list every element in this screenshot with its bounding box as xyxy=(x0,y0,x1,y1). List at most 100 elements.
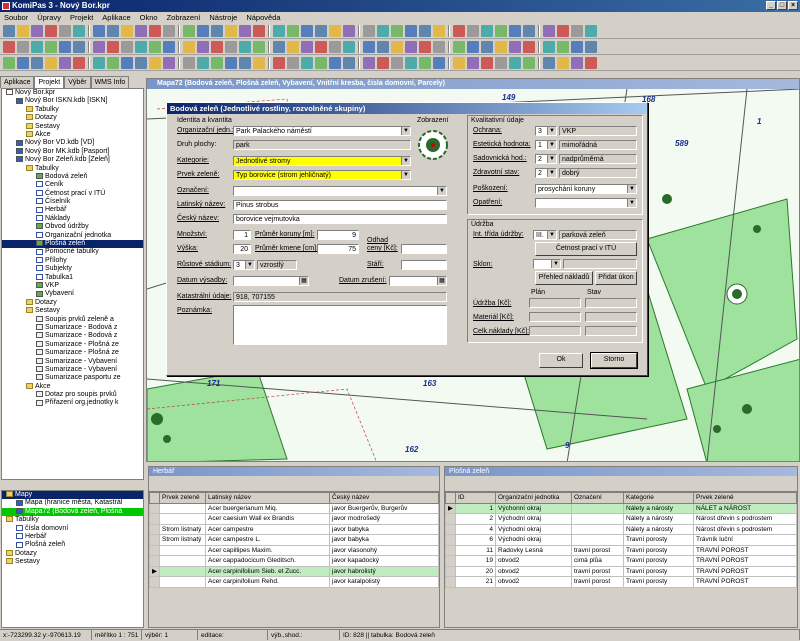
tree-node[interactable]: Nový Bor MK.kdb [Pasport] xyxy=(2,148,143,156)
toolbar-tool-icon[interactable] xyxy=(433,41,445,53)
toolbar-tool-icon[interactable] xyxy=(107,41,119,53)
toolbar-tool-icon[interactable] xyxy=(3,41,15,53)
table-cell[interactable]: 21 xyxy=(455,576,496,588)
tree-node[interactable]: Nový Bor VD.kdb [VD] xyxy=(2,139,143,147)
chevron-down-icon[interactable]: ▼ xyxy=(245,261,254,269)
close-button[interactable]: × xyxy=(788,1,798,10)
table-cell[interactable]: 20 xyxy=(455,565,496,577)
toolbar-tool-icon[interactable] xyxy=(301,25,313,37)
zdrav-select[interactable]: 2 ▼ xyxy=(535,168,557,178)
toolbar-tool-icon[interactable] xyxy=(287,57,299,69)
tab-vyber[interactable]: Výběr xyxy=(64,76,91,88)
table-cell[interactable]: travní porost xyxy=(571,565,624,577)
prehled-button[interactable]: Přehled nákladů xyxy=(535,271,593,285)
toolbar-tool-icon[interactable] xyxy=(3,57,15,69)
toolbar-tool-icon[interactable] xyxy=(31,57,43,69)
toolbar-tool-icon[interactable] xyxy=(3,25,15,37)
toolbar-tool-icon[interactable] xyxy=(287,25,299,37)
table-cell[interactable]: javor katalpolistý xyxy=(329,576,439,588)
table-cell[interactable]: javor habrolistý xyxy=(329,565,439,577)
toolbar-tool-icon[interactable] xyxy=(495,41,507,53)
toolbar-tool-icon[interactable] xyxy=(495,25,507,37)
table-cell[interactable]: obvod2 xyxy=(495,565,572,577)
toolbar-tool-icon[interactable] xyxy=(135,57,147,69)
toolbar-tool-icon[interactable] xyxy=(45,57,57,69)
table-cell[interactable]: travní porost xyxy=(571,576,624,588)
toolbar-tool-icon[interactable] xyxy=(45,25,57,37)
row-indicator[interactable] xyxy=(445,565,456,577)
table-cell[interactable]: Travní porosty xyxy=(623,565,694,577)
toolbar-tool-icon[interactable] xyxy=(93,57,105,69)
table-cell[interactable]: TRAVNÍ POROST xyxy=(693,576,797,588)
tree-node[interactable]: Sumarizace - Vybavení xyxy=(2,366,143,374)
table-cell[interactable]: 2 xyxy=(455,513,496,525)
table-cell[interactable]: javor modrošedý xyxy=(329,513,439,525)
row-indicator[interactable] xyxy=(149,555,160,567)
row-indicator[interactable] xyxy=(149,544,160,556)
toolbar-tool-icon[interactable] xyxy=(225,25,237,37)
toolbar-tool-icon[interactable] xyxy=(571,57,583,69)
toolbar-tool-icon[interactable] xyxy=(73,57,85,69)
chevron-down-icon[interactable]: ▼ xyxy=(401,157,410,165)
toolbar-tool-icon[interactable] xyxy=(557,25,569,37)
toolbar-tool-icon[interactable] xyxy=(121,41,133,53)
menu-upravy[interactable]: Úpravy xyxy=(37,12,61,24)
ok-button[interactable]: Ok xyxy=(539,353,583,368)
toolbar-tool-icon[interactable] xyxy=(17,25,29,37)
tree-node[interactable]: Tabulka1 xyxy=(2,274,143,282)
tab-projekt[interactable]: Projekt xyxy=(34,76,65,88)
toolbar-tool-icon[interactable] xyxy=(419,41,431,53)
table-row[interactable]: Acer capillipes Maxim. javor vlasonohý xyxy=(149,544,439,556)
table-cell[interactable]: Trávník luční xyxy=(693,534,797,546)
toolbar-tool-icon[interactable] xyxy=(343,57,355,69)
tree-node[interactable]: Mapa72 (Bodová zeleň, Plošná xyxy=(2,507,143,517)
tree-node[interactable]: Ceník xyxy=(2,181,143,189)
toolbar-tool-icon[interactable] xyxy=(211,25,223,37)
table-cell[interactable]: 6 xyxy=(455,534,496,546)
table-row[interactable]: ▶ Acer carpinifolium Sieb. et Zucc. javor … xyxy=(149,565,439,577)
tab-aplikace[interactable]: Aplikace xyxy=(0,76,35,88)
toolbar-tool-icon[interactable] xyxy=(197,25,209,37)
oznaceni-field[interactable]: ▼ xyxy=(233,186,447,196)
row-indicator[interactable] xyxy=(149,534,160,546)
toolbar-tool-icon[interactable] xyxy=(585,41,597,53)
toolbar-tool-icon[interactable] xyxy=(391,57,403,69)
toolbar-tool-icon[interactable] xyxy=(183,41,195,53)
table-cell[interactable] xyxy=(571,502,624,514)
toolbar-tool-icon[interactable] xyxy=(329,41,341,53)
table-cell[interactable]: TRAVNÍ POROST xyxy=(693,555,797,567)
tree-node[interactable]: Sestavy xyxy=(2,123,143,131)
toolbar-tool-icon[interactable] xyxy=(377,41,389,53)
tree-node[interactable]: Sumarizace - Plošná ze xyxy=(2,341,143,349)
toolbar-tool-icon[interactable] xyxy=(467,41,479,53)
vyska-field[interactable]: 20 xyxy=(233,244,251,254)
table-cell[interactable] xyxy=(159,576,206,588)
table-cell[interactable]: Travní porosty xyxy=(623,555,694,567)
row-indicator[interactable] xyxy=(149,523,160,535)
tree-node[interactable]: Dotazy xyxy=(2,550,143,558)
tab-wms-info[interactable]: WMS Info xyxy=(90,76,130,88)
poskoz-select[interactable]: prosychání koruny ▼ xyxy=(535,184,637,194)
toolbar-tool-icon[interactable] xyxy=(405,41,417,53)
toolbar-tool-icon[interactable] xyxy=(163,57,175,69)
toolbar-tool-icon[interactable] xyxy=(93,41,105,53)
toolbar-tool-icon[interactable] xyxy=(239,25,251,37)
table-cell[interactable]: Travní porosty xyxy=(623,544,694,556)
table-row[interactable]: Acer buergerianum Miq. javor Buergerův, B… xyxy=(149,502,439,514)
row-indicator[interactable] xyxy=(445,576,456,588)
menu-napoveda[interactable]: Nápověda xyxy=(246,12,280,24)
toolbar-tool-icon[interactable] xyxy=(31,25,43,37)
toolbar-tool-icon[interactable] xyxy=(343,41,355,53)
chevron-down-icon[interactable]: ▼ xyxy=(627,185,636,193)
toolbar-tool-icon[interactable] xyxy=(149,25,161,37)
table-cell[interactable]: Acer buergerianum Miq. xyxy=(205,502,330,514)
table-cell[interactable] xyxy=(159,555,206,567)
toolbar-tool-icon[interactable] xyxy=(163,25,175,37)
table-cell[interactable]: Nárost dřevin s podrostem xyxy=(693,513,797,525)
odhad-field[interactable] xyxy=(401,244,447,254)
table-row[interactable]: Strom listnatý Acer campestre L. javor bab… xyxy=(149,534,439,546)
tree-node[interactable]: Akce xyxy=(2,383,143,391)
storno-button[interactable]: Storno xyxy=(590,352,638,369)
toolbar-tool-icon[interactable] xyxy=(363,41,375,53)
calendar-icon[interactable]: ▦ xyxy=(437,277,446,285)
